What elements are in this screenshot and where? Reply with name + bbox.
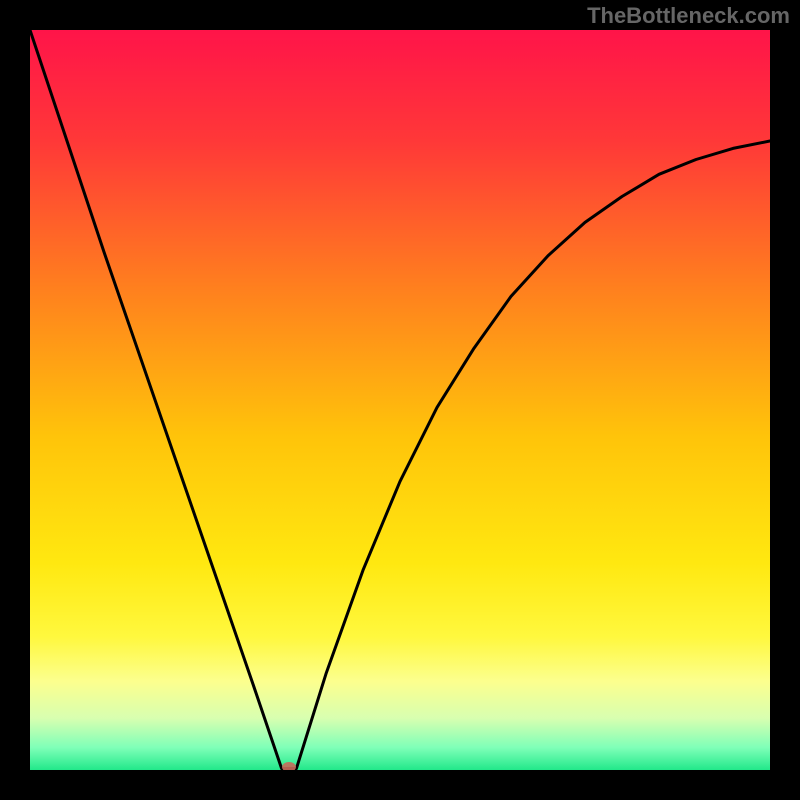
chart-container: TheBottleneck.com	[0, 0, 800, 800]
gradient-background	[30, 30, 770, 770]
chart-svg	[30, 30, 770, 770]
watermark-text: TheBottleneck.com	[587, 3, 790, 29]
plot-area	[30, 30, 770, 770]
